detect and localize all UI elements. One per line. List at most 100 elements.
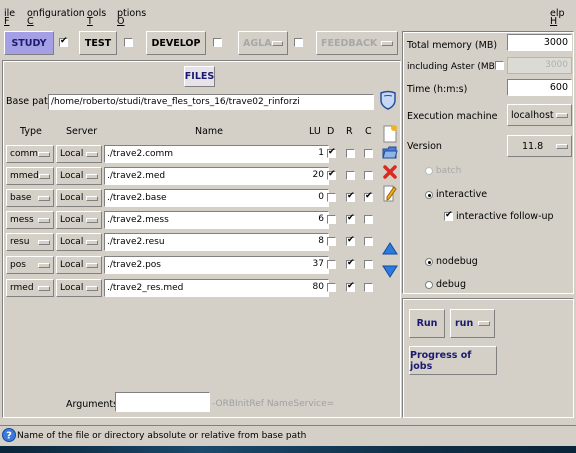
- version-select[interactable]: 11.8: [507, 135, 572, 157]
- menu-help[interactable]: Help: [550, 8, 565, 27]
- aster-memory-label: including Aster (MB): [407, 62, 499, 72]
- run-mode-select[interactable]: run: [450, 309, 495, 338]
- file-c-checkbox[interactable]: [364, 171, 373, 181]
- file-type-select[interactable]: pos: [6, 256, 54, 274]
- file-lu-value[interactable]: 8: [304, 236, 324, 246]
- file-r-checkbox[interactable]: [346, 149, 355, 159]
- file-d-checkbox[interactable]: [327, 193, 336, 203]
- file-server-select[interactable]: Local: [56, 167, 102, 185]
- file-lu-value[interactable]: 37: [304, 259, 324, 269]
- file-row: rmed Local ./trave2_res.med 80: [6, 279, 396, 297]
- file-c-checkbox[interactable]: [364, 237, 373, 247]
- file-type-value: base: [10, 193, 32, 203]
- file-d-checkbox[interactable]: [327, 283, 336, 293]
- file-server-select[interactable]: Local: [56, 233, 102, 251]
- agla-button[interactable]: AGLA: [238, 31, 288, 55]
- file-server-select[interactable]: Local: [56, 145, 102, 163]
- file-row: comm Local ./trave2.comm 1: [6, 145, 396, 163]
- file-name-field[interactable]: ./trave2.mess: [104, 211, 329, 229]
- file-name-field[interactable]: ./trave2.base: [104, 189, 329, 207]
- col-type: Type: [20, 126, 42, 137]
- file-name-field[interactable]: ./trave2.pos: [104, 256, 329, 274]
- develop-checkbox[interactable]: [213, 38, 222, 48]
- file-type-select[interactable]: comm: [6, 145, 54, 163]
- aster-memory-checkbox[interactable]: [495, 61, 504, 71]
- test-checkbox[interactable]: [124, 38, 133, 48]
- file-lu-value[interactable]: 0: [304, 192, 324, 202]
- file-lu-value[interactable]: 6: [304, 214, 324, 224]
- file-lu-value[interactable]: 80: [304, 282, 324, 292]
- file-c-checkbox[interactable]: [364, 215, 373, 225]
- study-button[interactable]: STUDY: [4, 31, 54, 55]
- file-name-field[interactable]: ./trave2.med: [104, 167, 329, 185]
- menu-configuration[interactable]: Configuration: [27, 8, 85, 27]
- interactive-followup-checkbox[interactable]: interactive follow-up: [444, 210, 554, 222]
- file-d-checkbox[interactable]: [327, 147, 336, 159]
- interactive-followup-label: interactive follow-up: [456, 211, 554, 222]
- nodebug-radio[interactable]: nodebug: [425, 256, 478, 267]
- version-label: Version: [407, 141, 442, 152]
- file-name-field[interactable]: ./trave2_res.med: [104, 279, 329, 297]
- file-lu-value[interactable]: 20: [304, 170, 324, 180]
- file-type-value: rmed: [10, 283, 34, 293]
- develop-button[interactable]: DEVELOP: [146, 31, 206, 55]
- file-row: mmed Local ./trave2.med 20: [6, 167, 396, 185]
- file-d-checkbox[interactable]: [327, 260, 336, 270]
- batch-radio[interactable]: batch: [425, 166, 461, 176]
- file-c-checkbox[interactable]: [364, 149, 373, 159]
- feedback-label: FEEDBACK: [321, 37, 378, 49]
- file-type-select[interactable]: base: [6, 189, 54, 207]
- menu-tools[interactable]: Tools: [87, 8, 106, 27]
- file-r-checkbox[interactable]: [346, 191, 355, 203]
- new-file-icon[interactable]: [382, 123, 398, 143]
- arguments-input[interactable]: [115, 392, 210, 412]
- menu-options[interactable]: Options: [117, 8, 146, 27]
- time-input[interactable]: 600: [507, 79, 572, 96]
- interactive-radio[interactable]: interactive: [425, 189, 487, 200]
- agla-checkbox[interactable]: [294, 38, 303, 48]
- menu-file[interactable]: File: [4, 8, 15, 27]
- file-d-checkbox[interactable]: [327, 237, 336, 247]
- file-d-checkbox[interactable]: [327, 169, 336, 181]
- file-lu-value[interactable]: 1: [304, 148, 324, 158]
- exec-machine-select[interactable]: localhost: [507, 104, 572, 126]
- file-name-field[interactable]: ./trave2.resu: [104, 233, 329, 251]
- arguments-label: Arguments: [66, 399, 119, 410]
- move-down-icon[interactable]: [382, 264, 398, 278]
- file-r-checkbox[interactable]: [346, 213, 355, 225]
- file-name-field[interactable]: ./trave2.comm: [104, 145, 329, 163]
- total-memory-input[interactable]: 3000: [507, 34, 572, 51]
- file-c-checkbox[interactable]: [364, 191, 373, 203]
- file-server-select[interactable]: Local: [56, 279, 102, 297]
- file-type-select[interactable]: mess: [6, 211, 54, 229]
- file-server-select[interactable]: Local: [56, 189, 102, 207]
- file-r-checkbox[interactable]: [346, 281, 355, 293]
- feedback-button[interactable]: FEEDBACK: [316, 31, 398, 55]
- file-type-select[interactable]: rmed: [6, 279, 54, 297]
- file-server-select[interactable]: Local: [56, 211, 102, 229]
- edit-icon[interactable]: [383, 185, 397, 203]
- file-r-checkbox[interactable]: [346, 258, 355, 270]
- test-button[interactable]: TEST: [79, 31, 117, 55]
- aster-memory-input[interactable]: 3000: [507, 57, 572, 74]
- file-c-checkbox[interactable]: [364, 283, 373, 293]
- delete-icon[interactable]: [382, 164, 398, 180]
- files-title-button[interactable]: FILES: [184, 66, 215, 87]
- file-server-select[interactable]: Local: [56, 256, 102, 274]
- move-up-icon[interactable]: [382, 242, 398, 256]
- col-d: D: [327, 126, 335, 137]
- file-type-select[interactable]: resu: [6, 233, 54, 251]
- open-folder-icon[interactable]: [382, 144, 398, 160]
- progress-of-jobs-button[interactable]: Progress of jobs: [409, 346, 497, 375]
- base-path-field[interactable]: /home/roberto/studi/trave_fles_tors_16/t…: [48, 94, 374, 110]
- file-d-checkbox[interactable]: [327, 215, 336, 225]
- file-c-checkbox[interactable]: [364, 260, 373, 270]
- file-r-checkbox[interactable]: [346, 171, 355, 181]
- shield-browse-icon[interactable]: [379, 90, 397, 110]
- file-r-checkbox[interactable]: [346, 235, 355, 247]
- file-server-value: Local: [60, 260, 84, 270]
- study-checkbox[interactable]: [59, 36, 68, 48]
- debug-radio[interactable]: debug: [425, 279, 466, 290]
- file-type-select[interactable]: mmed: [6, 167, 54, 185]
- run-button[interactable]: Run: [409, 309, 445, 338]
